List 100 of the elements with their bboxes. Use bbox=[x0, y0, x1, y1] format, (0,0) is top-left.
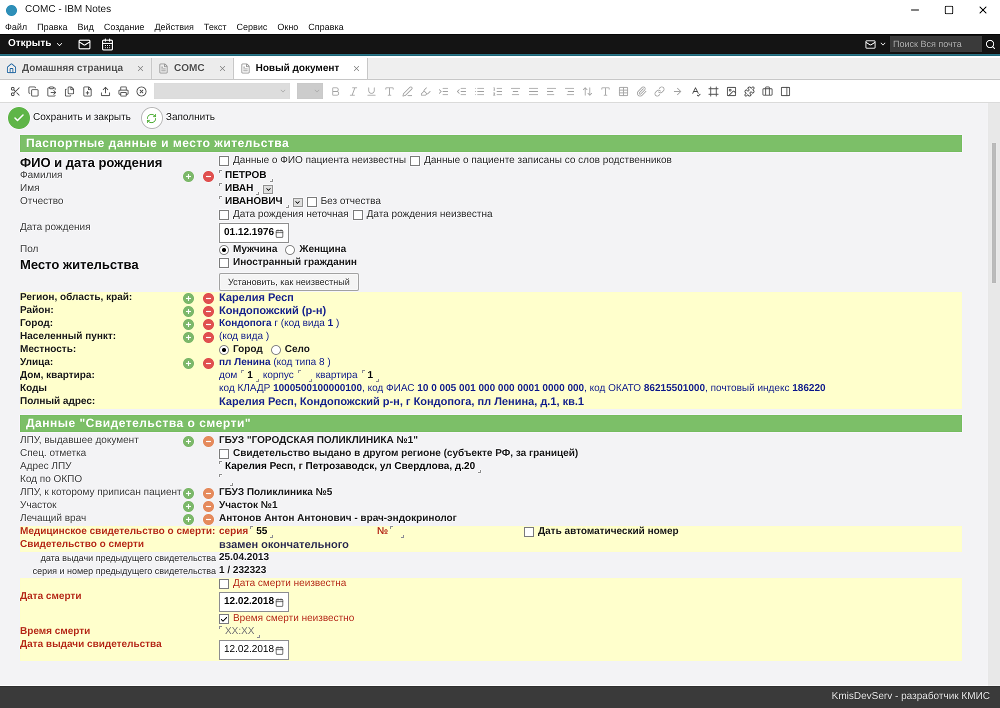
arrow-right-icon[interactable] bbox=[672, 86, 683, 96]
close-icon[interactable] bbox=[136, 64, 146, 73]
cut-icon[interactable] bbox=[10, 86, 21, 96]
puzzle-icon[interactable] bbox=[744, 86, 755, 96]
align-justify-icon[interactable] bbox=[528, 86, 539, 96]
add-button[interactable] bbox=[183, 171, 194, 182]
text-field[interactable] bbox=[298, 370, 312, 382]
caret-icon[interactable] bbox=[879, 40, 887, 48]
paste-icon[interactable] bbox=[46, 86, 57, 96]
documents-icon[interactable] bbox=[64, 86, 75, 96]
tab[interactable]: Новый документ bbox=[234, 58, 368, 79]
outdent-icon[interactable] bbox=[456, 86, 467, 96]
add-button[interactable] bbox=[183, 501, 194, 512]
remove-button[interactable] bbox=[203, 293, 214, 304]
new-page-icon[interactable] bbox=[82, 86, 93, 96]
font-size-icon[interactable] bbox=[600, 86, 611, 96]
dropdown-button[interactable] bbox=[292, 198, 303, 206]
line-spacing-icon[interactable] bbox=[582, 86, 593, 96]
table-icon[interactable] bbox=[618, 86, 629, 96]
panel-icon[interactable] bbox=[780, 86, 791, 96]
remove-button[interactable] bbox=[203, 332, 214, 343]
remove-button[interactable] bbox=[203, 501, 214, 512]
date-field[interactable]: 12.02.2018 bbox=[219, 640, 289, 660]
align-right-icon[interactable] bbox=[564, 86, 575, 96]
add-button[interactable] bbox=[183, 436, 194, 447]
underline-icon[interactable] bbox=[366, 86, 377, 96]
pen-icon[interactable] bbox=[402, 86, 413, 96]
briefcase-icon[interactable] bbox=[762, 86, 773, 96]
save-close-button[interactable]: Сохранить и закрыть bbox=[8, 107, 131, 129]
mail-icon[interactable] bbox=[865, 38, 876, 50]
text-field[interactable]: 1 bbox=[241, 370, 259, 382]
add-button[interactable] bbox=[183, 306, 194, 317]
date-field[interactable]: 01.12.1976 bbox=[219, 223, 289, 243]
add-button[interactable] bbox=[183, 358, 194, 369]
bullet-list-icon[interactable] bbox=[474, 86, 485, 96]
close-icon[interactable] bbox=[352, 64, 362, 73]
menu-item[interactable]: Сервис bbox=[236, 20, 268, 32]
calendar-icon[interactable] bbox=[275, 228, 284, 238]
print-icon[interactable] bbox=[118, 86, 129, 96]
copy-icon[interactable] bbox=[28, 86, 39, 96]
menu-item[interactable]: Окно bbox=[277, 20, 298, 32]
scrollbar-thumb[interactable] bbox=[992, 143, 996, 283]
set-unknown-button[interactable]: Установить, как неизвестный bbox=[219, 273, 359, 291]
highlighter-icon[interactable] bbox=[420, 86, 431, 96]
checkbox[interactable] bbox=[524, 527, 534, 537]
spell-check-icon[interactable] bbox=[690, 86, 701, 96]
checkbox[interactable] bbox=[352, 210, 363, 220]
text-field[interactable]: ИВАНОВИЧ bbox=[219, 196, 289, 208]
align-left-icon[interactable] bbox=[546, 86, 557, 96]
checkbox[interactable] bbox=[410, 156, 420, 166]
calendar-icon[interactable] bbox=[275, 598, 284, 606]
upload-icon[interactable] bbox=[100, 86, 111, 96]
numbered-list-icon[interactable] bbox=[492, 86, 503, 96]
checkbox[interactable] bbox=[219, 579, 229, 589]
align-center-icon[interactable] bbox=[510, 86, 521, 96]
text-field[interactable] bbox=[219, 474, 233, 486]
text-field[interactable]: 55 bbox=[250, 526, 274, 538]
bold-icon[interactable] bbox=[330, 86, 341, 96]
checkbox[interactable] bbox=[219, 210, 229, 220]
checkbox[interactable] bbox=[219, 156, 229, 166]
open-menu-button[interactable]: Открыть bbox=[0, 34, 72, 54]
radio-button[interactable] bbox=[219, 345, 229, 355]
text-color-icon[interactable] bbox=[384, 86, 395, 96]
calendar-icon[interactable] bbox=[275, 646, 284, 654]
add-button[interactable] bbox=[183, 488, 194, 499]
remove-button[interactable] bbox=[203, 319, 214, 330]
search-icon[interactable] bbox=[985, 38, 996, 50]
menu-item[interactable]: Текст bbox=[204, 20, 227, 32]
add-button[interactable] bbox=[183, 293, 194, 304]
mail-icon[interactable] bbox=[78, 38, 92, 50]
indent-icon[interactable] bbox=[438, 86, 449, 96]
text-field[interactable]: 1 bbox=[362, 370, 380, 382]
add-button[interactable] bbox=[183, 319, 194, 330]
add-button[interactable] bbox=[183, 514, 194, 525]
italic-icon[interactable] bbox=[348, 86, 359, 96]
checkbox[interactable] bbox=[219, 258, 229, 268]
radio-button[interactable] bbox=[270, 345, 281, 355]
dropdown-button[interactable] bbox=[263, 184, 274, 194]
fill-button[interactable]: Заполнить bbox=[140, 107, 215, 129]
close-icon[interactable] bbox=[218, 64, 227, 73]
remove-button[interactable] bbox=[203, 306, 214, 317]
date-field[interactable]: 12.02.2018 bbox=[219, 592, 289, 612]
remove-button[interactable] bbox=[203, 171, 214, 182]
remove-button[interactable] bbox=[203, 436, 214, 447]
frame-icon[interactable] bbox=[708, 86, 719, 96]
text-field[interactable]: ИВАН bbox=[219, 183, 260, 195]
link-icon[interactable] bbox=[654, 86, 665, 96]
paperclip-icon[interactable] bbox=[636, 86, 647, 96]
cross-circle-icon[interactable] bbox=[136, 86, 147, 96]
menu-item[interactable]: Создание bbox=[104, 20, 144, 32]
text-field[interactable] bbox=[390, 526, 404, 538]
remove-button[interactable] bbox=[203, 514, 214, 525]
remove-button[interactable] bbox=[203, 488, 214, 499]
scrollbar[interactable] bbox=[988, 103, 1000, 686]
checkbox[interactable] bbox=[219, 449, 229, 459]
image-icon[interactable] bbox=[726, 86, 737, 96]
menu-item[interactable]: Правка bbox=[37, 20, 68, 32]
menu-item[interactable]: Справка bbox=[308, 20, 344, 32]
menu-item[interactable]: Действия bbox=[154, 20, 194, 32]
checkbox[interactable] bbox=[306, 197, 317, 207]
